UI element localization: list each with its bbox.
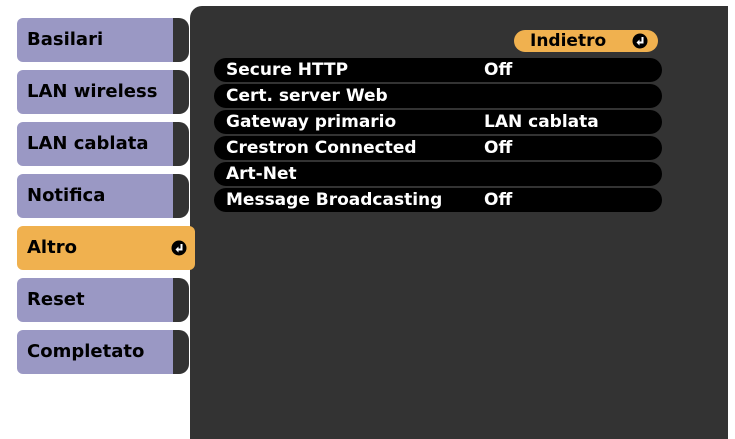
setting-label: Message Broadcasting — [226, 190, 443, 210]
tab-label: Reset — [27, 289, 85, 310]
tab-lan-cablata[interactable]: LAN cablata — [17, 122, 189, 166]
setting-label: Gateway primario — [226, 112, 397, 132]
tab-lan-wireless[interactable]: LAN wireless — [17, 70, 189, 114]
tab-label: Completato — [27, 341, 145, 362]
setting-label: Cert. server Web — [226, 86, 388, 106]
tab-basilari[interactable]: Basilari — [17, 18, 189, 62]
back-button[interactable]: Indietro — [514, 30, 658, 52]
setting-value: Off — [484, 60, 513, 80]
tab-label: Altro — [27, 237, 77, 258]
setting-row-crestron-connected[interactable]: Crestron Connected Off — [214, 136, 662, 160]
back-button-label: Indietro — [530, 31, 607, 51]
tab-label: LAN cablata — [27, 133, 149, 154]
setting-value: LAN cablata — [484, 112, 599, 132]
setting-label: Secure HTTP — [226, 60, 349, 80]
setting-row-art-net[interactable]: Art-Net — [214, 162, 662, 186]
tab-connector — [173, 18, 189, 62]
tab-label: LAN wireless — [27, 81, 158, 102]
tab-completato[interactable]: Completato — [17, 330, 189, 374]
setting-label: Crestron Connected — [226, 138, 417, 158]
setting-row-secure-http[interactable]: Secure HTTP Off — [214, 58, 662, 82]
setting-label: Art-Net — [226, 164, 297, 184]
tab-connector — [173, 122, 189, 166]
enter-icon — [171, 240, 187, 256]
projector-menu-screen: Indietro Secure HTTP Off Cert. server We… — [0, 0, 735, 439]
tab-connector — [173, 70, 189, 114]
tab-connector — [173, 174, 189, 218]
tab-notifica[interactable]: Notifica — [17, 174, 189, 218]
setting-value: Off — [484, 138, 513, 158]
tab-reset[interactable]: Reset — [17, 278, 189, 322]
setting-row-cert-server-web[interactable]: Cert. server Web — [214, 84, 662, 108]
settings-list: Secure HTTP Off Cert. server Web Gateway… — [214, 58, 662, 214]
settings-panel: Indietro Secure HTTP Off Cert. server We… — [190, 6, 728, 439]
tab-label: Notifica — [27, 185, 106, 206]
setting-row-gateway-primario[interactable]: Gateway primario LAN cablata — [214, 110, 662, 134]
enter-icon — [632, 33, 648, 49]
tab-label: Basilari — [27, 29, 104, 50]
setting-value: Off — [484, 190, 513, 210]
tab-connector — [173, 278, 189, 322]
tab-connector — [173, 330, 189, 374]
tab-altro[interactable]: Altro — [17, 226, 195, 270]
setting-row-message-broadcasting[interactable]: Message Broadcasting Off — [214, 188, 662, 212]
